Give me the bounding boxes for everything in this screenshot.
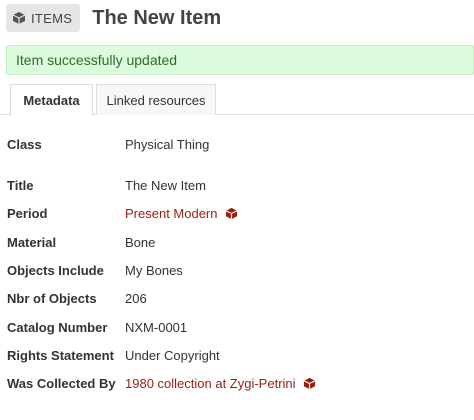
field-value: Under Copyright <box>125 347 220 363</box>
field-label: Catalog Number <box>7 319 108 335</box>
metadata-row-period: Period Present Modern <box>0 203 474 223</box>
field-value: My Bones <box>125 262 183 278</box>
collection-link[interactable]: 1980 collection at Zygi-Petrini <box>125 376 316 391</box>
field-label: Rights Statement <box>7 347 114 363</box>
items-badge-label: ITEMS <box>31 10 73 26</box>
items-badge[interactable]: ITEMS <box>6 4 81 32</box>
collection-link-text[interactable]: 1980 collection at Zygi-Petrini <box>125 376 296 391</box>
cube-icon <box>12 11 26 25</box>
field-label: Material <box>7 234 57 250</box>
page-header: ITEMS The New Item <box>6 4 221 32</box>
field-label: Nbr of Objects <box>7 290 97 306</box>
metadata-row-nbr-of-objects: Nbr of Objects 206 <box>0 288 474 308</box>
metadata-row-objects-include: Objects Include My Bones <box>0 260 474 280</box>
field-label: Title <box>7 177 34 193</box>
field-label: Period <box>7 205 48 221</box>
metadata-row-material: Material Bone <box>0 232 474 252</box>
field-value: Physical Thing <box>125 136 210 152</box>
field-value: Bone <box>125 234 156 250</box>
period-link[interactable]: Present Modern <box>125 206 238 221</box>
metadata-row-catalog-number: Catalog Number NXM-0001 <box>0 317 474 337</box>
field-label: Class <box>7 136 42 152</box>
field-value: NXM-0001 <box>125 319 188 335</box>
field-value: 206 <box>125 290 147 306</box>
metadata-row-class: Class Physical Thing <box>0 134 474 154</box>
tab-metadata[interactable]: Metadata <box>10 84 93 116</box>
field-value: The New Item <box>125 177 206 193</box>
field-label: Was Collected By <box>7 375 116 391</box>
metadata-row-title: Title The New Item <box>0 175 474 195</box>
field-label: Objects Include <box>7 262 104 278</box>
period-link-text[interactable]: Present Modern <box>125 206 218 221</box>
tab-bar: Metadata Linked resources <box>0 84 474 116</box>
metadata-row-was-collected-by: Was Collected By 1980 collection at Zygi… <box>0 373 474 393</box>
success-message: Item successfully updated <box>6 45 474 75</box>
tab-linked-resources[interactable]: Linked resources <box>96 84 216 115</box>
metadata-row-rights-statement: Rights Statement Under Copyright <box>0 345 474 365</box>
cube-icon <box>303 377 316 390</box>
cube-icon <box>225 207 238 220</box>
page-title: The New Item <box>92 6 222 29</box>
